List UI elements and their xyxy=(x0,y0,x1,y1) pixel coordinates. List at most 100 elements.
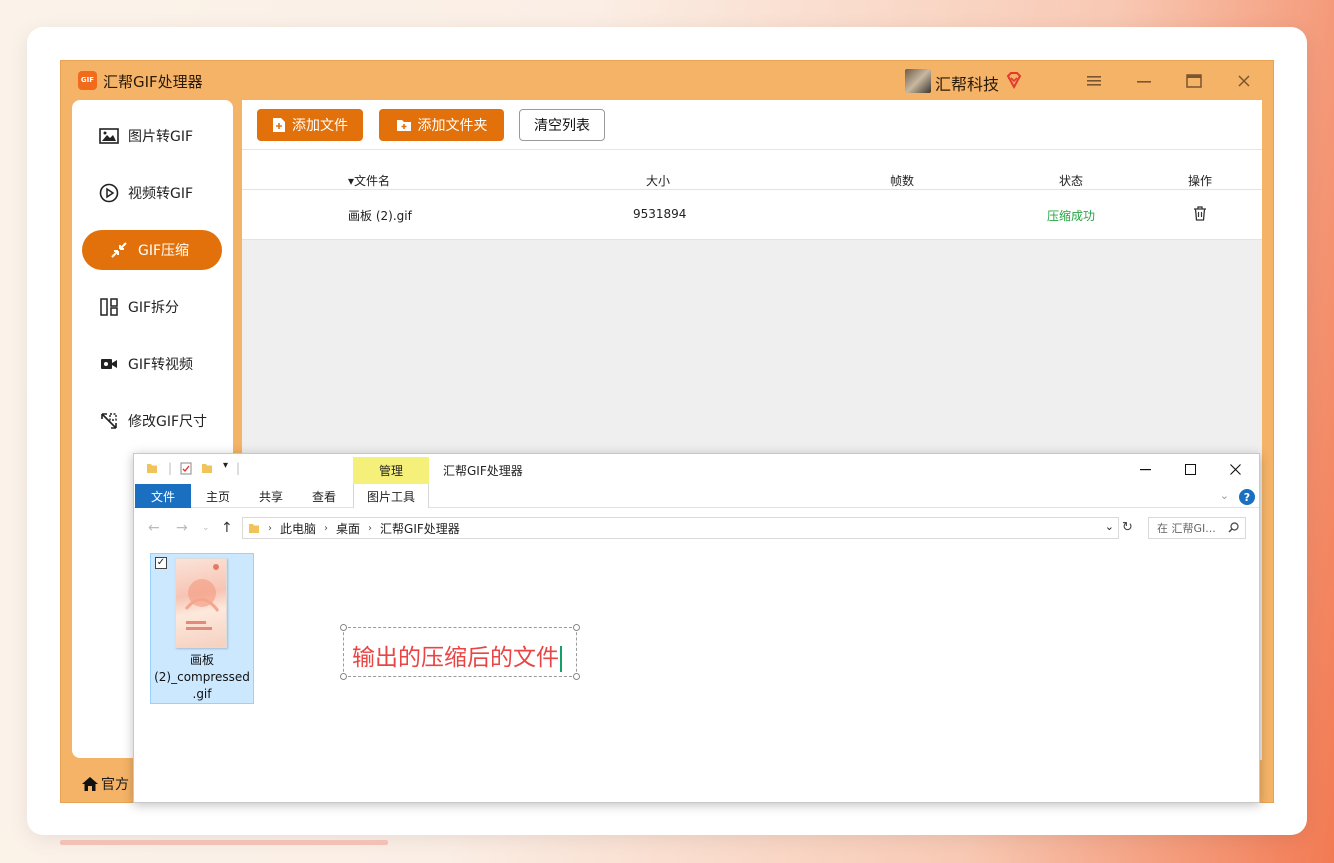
sidebar-item-label: 图片转GIF xyxy=(128,129,194,145)
user-name[interactable]: 汇帮科技 xyxy=(935,71,999,95)
maximize-icon[interactable] xyxy=(1175,458,1205,480)
sidebar-item-gif-split[interactable]: GIF拆分 xyxy=(82,287,222,327)
breadcrumb-desktop[interactable]: 桌面 xyxy=(336,520,360,537)
address-bar[interactable]: › 此电脑 › 桌面 › 汇帮GIF处理器 ⌄ xyxy=(242,517,1119,539)
navigation-bar: ← → ⌄ ↑ › 此电脑 › 桌面 › 汇帮GIF处理器 ⌄ ↻ 在 汇帮GI… xyxy=(134,508,1259,548)
column-header-frames: 帧数 xyxy=(890,174,915,188)
tab-share[interactable]: 共享 xyxy=(253,484,289,508)
tab-file[interactable]: 文件 xyxy=(135,484,191,508)
home-icon xyxy=(81,776,99,792)
tab-view[interactable]: 查看 xyxy=(306,484,342,508)
add-folder-label: 添加文件夹 xyxy=(417,118,488,134)
file-name-line: .gif xyxy=(192,687,212,701)
address-dropdown-icon[interactable]: ⌄ xyxy=(1105,520,1114,533)
sidebar-item-label: 视频转GIF xyxy=(128,186,194,202)
compress-icon xyxy=(108,240,130,260)
search-input[interactable]: 在 汇帮GI... xyxy=(1148,517,1246,539)
sidebar-item-label: 修改GIF尺寸 xyxy=(128,414,208,430)
tab-picture-tools[interactable]: 图片工具 xyxy=(353,484,429,508)
sidebar-item-video-to-gif[interactable]: 视频转GIF xyxy=(82,173,222,213)
file-item-label: 画板 (2)_compressed .gif xyxy=(151,652,253,703)
official-site-link[interactable]: 官方 xyxy=(81,774,129,794)
sidebar-item-label: GIF拆分 xyxy=(128,300,180,316)
vip-diamond-icon[interactable] xyxy=(1005,71,1023,93)
forward-arrow-icon[interactable]: → xyxy=(176,520,188,536)
help-icon[interactable]: ? xyxy=(1239,489,1255,505)
column-header-size: 大小 xyxy=(646,174,671,188)
menu-icon[interactable] xyxy=(1079,67,1109,95)
quick-access-divider: | xyxy=(168,461,173,475)
column-header-name[interactable]: ▾文件名 xyxy=(348,172,390,189)
resize-handle[interactable] xyxy=(340,673,347,680)
official-site-label: 官方 xyxy=(101,777,129,793)
breadcrumb-this-pc[interactable]: 此电脑 xyxy=(280,520,316,537)
expand-ribbon-icon[interactable]: ⌄ xyxy=(1220,489,1229,502)
resize-handle[interactable] xyxy=(573,624,580,631)
add-file-icon xyxy=(272,117,286,133)
breadcrumb-folder[interactable]: 汇帮GIF处理器 xyxy=(380,520,460,537)
annotation-label: 输出的压缩后的文件 xyxy=(352,645,559,671)
selection-checkbox[interactable]: ✓ xyxy=(155,557,167,569)
toolbar-divider: | xyxy=(236,461,241,475)
column-header-status: 状态 xyxy=(1059,174,1084,188)
file-item-compressed-gif[interactable]: ✓ 画板 (2)_compressed .gif xyxy=(150,553,254,704)
manage-tab[interactable]: 管理 xyxy=(353,457,429,484)
app-title: 汇帮GIF处理器 xyxy=(103,73,203,91)
sidebar-item-gif-to-video[interactable]: GIF转视频 xyxy=(82,344,222,384)
up-arrow-icon[interactable]: ↑ xyxy=(221,520,233,536)
explorer-title: 汇帮GIF处理器 xyxy=(443,464,523,478)
close-icon[interactable] xyxy=(1229,67,1259,95)
properties-icon[interactable] xyxy=(180,462,192,478)
user-avatar[interactable] xyxy=(905,69,931,93)
add-file-button[interactable]: 添加文件 xyxy=(257,109,363,141)
resize-icon xyxy=(98,411,120,431)
clear-list-button[interactable]: 清空列表 xyxy=(519,109,605,141)
chevron-right-icon: › xyxy=(324,522,329,534)
minimize-icon[interactable] xyxy=(1129,67,1159,95)
customize-toolbar-icon[interactable]: ▾ xyxy=(223,460,228,471)
search-icon xyxy=(1228,522,1239,536)
file-name-cell: 画板 (2).gif xyxy=(348,209,412,223)
text-caret xyxy=(560,645,562,672)
chevron-right-icon: › xyxy=(268,522,272,534)
back-arrow-icon[interactable]: ← xyxy=(148,520,160,536)
close-icon[interactable] xyxy=(1220,458,1250,480)
recent-locations-icon[interactable]: ⌄ xyxy=(202,523,210,533)
annotation-text: 输出的压缩后的文件 xyxy=(352,638,562,672)
image-icon xyxy=(98,126,120,146)
add-folder-icon xyxy=(396,118,412,132)
split-icon xyxy=(98,297,120,317)
chevron-right-icon: › xyxy=(368,522,373,534)
sidebar-item-resize-gif[interactable]: 修改GIF尺寸 xyxy=(82,401,222,441)
resize-handle[interactable] xyxy=(573,673,580,680)
add-folder-button[interactable]: 添加文件夹 xyxy=(379,109,504,141)
video-camera-icon xyxy=(98,354,120,374)
file-name-line: (2)_compressed xyxy=(154,670,250,684)
maximize-icon[interactable] xyxy=(1179,67,1209,95)
toolbar: 添加文件 添加文件夹 清空列表 xyxy=(242,100,1262,150)
trash-icon[interactable] xyxy=(1193,206,1207,224)
file-size-cell: 9531894 xyxy=(633,207,687,221)
column-name-label: 文件名 xyxy=(354,174,391,188)
resize-handle[interactable] xyxy=(340,624,347,631)
table-row[interactable]: 画板 (2).gif 9531894 压缩成功 xyxy=(242,190,1262,240)
app-logo-icon: GIF xyxy=(78,71,97,90)
sidebar-item-image-to-gif[interactable]: 图片转GIF xyxy=(82,116,222,156)
sidebar-item-gif-compress[interactable]: GIF压缩 xyxy=(82,230,222,270)
refresh-icon[interactable]: ↻ xyxy=(1122,520,1133,535)
search-placeholder: 在 汇帮GI... xyxy=(1157,522,1216,535)
file-name-line: 画板 xyxy=(189,653,214,667)
table-header: ▾文件名 大小 帧数 状态 操作 xyxy=(242,150,1262,190)
minimize-icon[interactable] xyxy=(1130,458,1160,480)
ribbon-tabs: 文件 主页 共享 查看 图片工具 ⌄ ? xyxy=(134,484,1259,508)
status-cell: 压缩成功 xyxy=(1047,209,1096,223)
add-file-label: 添加文件 xyxy=(292,118,348,134)
gif-thumbnail xyxy=(175,558,227,648)
tab-home[interactable]: 主页 xyxy=(200,484,236,508)
sidebar-item-label: GIF转视频 xyxy=(128,357,194,373)
title-bar: GIF 汇帮GIF处理器 汇帮科技 xyxy=(61,61,1273,101)
new-folder-icon[interactable] xyxy=(201,462,213,477)
annotation-textbox[interactable]: 输出的压缩后的文件 xyxy=(340,624,580,680)
decorative-strip xyxy=(60,840,388,845)
explorer-title-bar: | ▾ | 管理 汇帮GIF处理器 xyxy=(134,454,1259,484)
